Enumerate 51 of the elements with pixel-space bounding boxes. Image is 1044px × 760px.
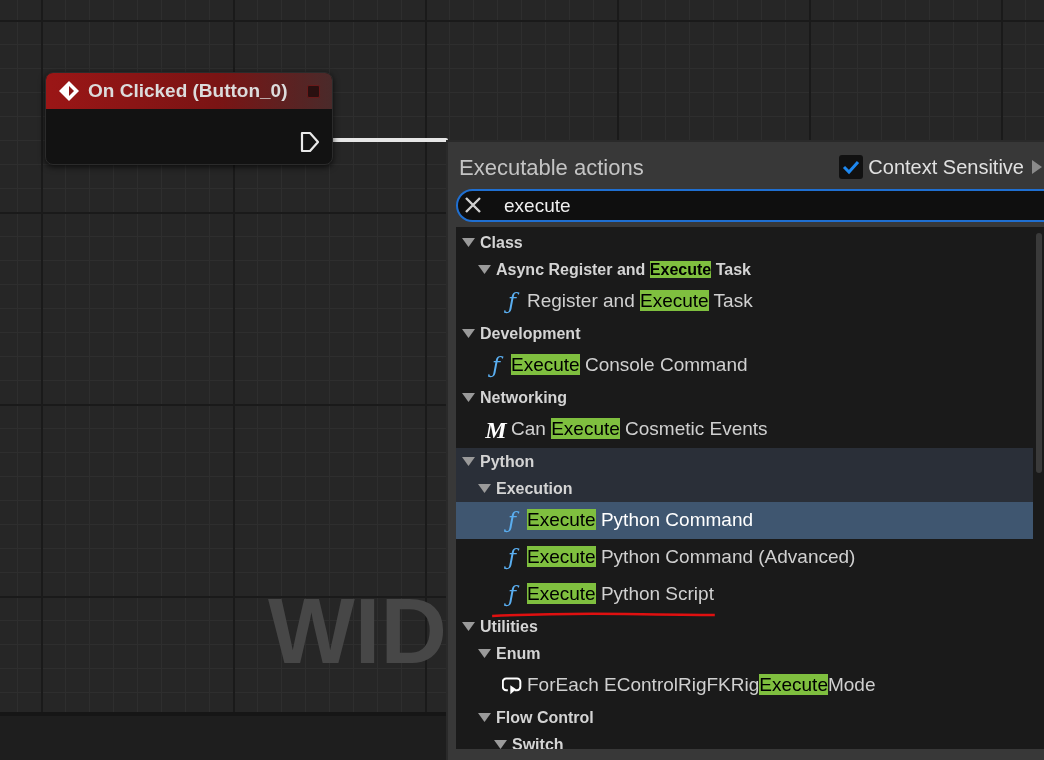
event-node[interactable]: On Clicked (Button_0) (45, 72, 333, 165)
action-label: Execute Console Command (511, 353, 748, 378)
category-label: Utilities (480, 616, 538, 637)
action-label: Execute Python Script (527, 580, 714, 609)
category-label: Class (480, 232, 523, 253)
category-row[interactable]: Networking (456, 384, 1033, 411)
function-icon: ƒ (502, 285, 522, 318)
category-row[interactable]: Utilities (456, 613, 1033, 640)
category-row[interactable]: Switch (456, 731, 1033, 749)
action-row[interactable]: ƒ Execute Python Script (456, 576, 1033, 613)
function-icon: ƒ (486, 349, 506, 382)
exec-pin-icon[interactable] (300, 131, 320, 153)
category-row[interactable]: Development (456, 320, 1033, 347)
category-row[interactable]: Enum (456, 640, 1033, 667)
expand-arrow-icon[interactable] (1032, 160, 1042, 174)
action-row[interactable]: ƒ Execute Python Command (Advanced) (456, 539, 1033, 576)
category-row[interactable]: Python (456, 448, 1033, 475)
scrollbar[interactable] (1036, 233, 1042, 473)
category-label: Flow Control (496, 707, 594, 728)
menu-title: Executable actions (459, 153, 644, 182)
search-field[interactable]: execute (456, 189, 1044, 222)
action-label: Register and Execute Task (527, 289, 753, 314)
action-row[interactable]: M Can Execute Cosmetic Events (456, 411, 1033, 448)
action-label: ForEach EControlRigFKRigExecuteMode (527, 673, 876, 698)
category-label: Networking (480, 387, 568, 408)
category-label: Python (480, 451, 535, 472)
clear-icon[interactable] (463, 195, 483, 215)
category-label: Async Register and Execute Task (496, 259, 751, 280)
category-label: Execution (496, 478, 573, 499)
category-row[interactable]: Class (456, 229, 1033, 256)
checkbox[interactable] (839, 155, 864, 179)
function-icon: ƒ (502, 578, 522, 611)
category-label: Development (480, 323, 581, 344)
action-label: Can Execute Cosmetic Events (511, 417, 768, 442)
node-title: On Clicked (Button_0) (88, 78, 289, 103)
category-row[interactable]: Flow Control (456, 704, 1033, 731)
action-row[interactable]: ForEach EControlRigFKRigExecuteMode (456, 667, 1033, 704)
function-icon: ƒ (502, 541, 522, 574)
action-label: Execute Python Command (527, 508, 753, 533)
category-label: Switch (512, 734, 564, 749)
macro-icon: M (486, 411, 506, 448)
category-label: Enum (496, 643, 541, 664)
action-row[interactable]: ƒ Execute Python Command (456, 502, 1033, 539)
action-row[interactable]: ƒ Execute Console Command (456, 347, 1033, 384)
checkbox-label: Context Sensitive (868, 155, 1024, 180)
action-row[interactable]: ƒ Register and Execute Task (456, 283, 1033, 320)
category-row[interactable]: Execution (456, 475, 1033, 502)
action-label: Execute Python Command (Advanced) (527, 545, 856, 570)
category-row[interactable]: Async Register and Execute Task (456, 256, 1033, 283)
function-icon: ƒ (502, 504, 522, 537)
event-icon (58, 80, 80, 102)
